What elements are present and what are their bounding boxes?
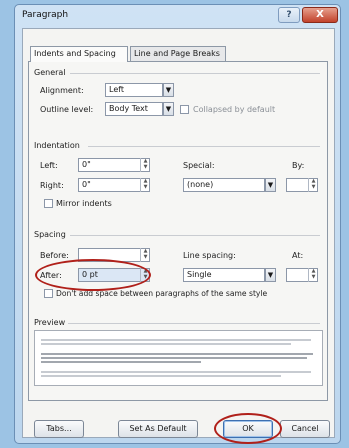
preview-line bbox=[41, 371, 311, 373]
spin-arrows-icon[interactable]: ▲ ▼ bbox=[140, 158, 150, 172]
special-select[interactable]: (none) bbox=[183, 178, 265, 192]
preview-line bbox=[41, 357, 307, 359]
special-label: Special: bbox=[183, 161, 215, 170]
dont-add-space-checkbox[interactable] bbox=[44, 289, 53, 298]
by-label: By: bbox=[292, 161, 305, 170]
preview-line bbox=[41, 353, 313, 355]
left-indent-label: Left: bbox=[40, 161, 58, 170]
tab-label: Indents and Spacing bbox=[34, 49, 116, 58]
at-label: At: bbox=[292, 251, 304, 260]
right-indent-label: Right: bbox=[40, 181, 64, 190]
mirror-indents-checkbox[interactable] bbox=[44, 199, 53, 208]
dialog-title: Paragraph bbox=[22, 10, 69, 20]
chevron-down-icon[interactable]: ▼ bbox=[265, 178, 276, 192]
help-button[interactable]: ? bbox=[278, 7, 300, 23]
spin-arrows-icon[interactable]: ▲ ▼ bbox=[308, 178, 318, 192]
spin-arrows-icon[interactable]: ▲ ▼ bbox=[140, 178, 150, 192]
spacing-divider bbox=[70, 235, 320, 236]
tab-indents-and-spacing[interactable]: Indents and Spacing bbox=[30, 46, 128, 62]
tab-label: Line and Page Breaks bbox=[134, 49, 220, 58]
indentation-section-label: Indentation bbox=[34, 141, 80, 150]
preview-divider bbox=[68, 323, 320, 324]
outline-level-label: Outline level: bbox=[40, 105, 94, 114]
tab-line-and-page-breaks[interactable]: Line and Page Breaks bbox=[130, 46, 226, 62]
chevron-down-icon[interactable]: ▼ bbox=[265, 268, 276, 282]
preview-section-label: Preview bbox=[34, 318, 66, 327]
screenshot-root: { "dialog": { "title": "Paragraph", "hel… bbox=[0, 0, 349, 448]
tabs-button[interactable]: Tabs... bbox=[34, 420, 84, 438]
close-button[interactable]: X bbox=[302, 7, 338, 23]
preview-line bbox=[41, 339, 311, 341]
line-spacing-label: Line spacing: bbox=[183, 251, 236, 260]
alignment-label: Alignment: bbox=[40, 86, 84, 95]
general-section-label: General bbox=[34, 68, 66, 77]
line-spacing-select[interactable]: Single bbox=[183, 268, 265, 282]
preview-line bbox=[41, 361, 201, 363]
collapsed-by-default-checkbox[interactable] bbox=[180, 105, 189, 114]
collapsed-by-default-label: Collapsed by default bbox=[193, 105, 276, 114]
preview-line bbox=[41, 375, 281, 377]
space-before-label: Before: bbox=[40, 251, 69, 260]
outline-level-select[interactable]: Body Text bbox=[105, 102, 163, 116]
annotation-circle-after bbox=[35, 259, 151, 291]
chevron-down-icon[interactable]: ▼ bbox=[163, 102, 174, 116]
chevron-down-icon[interactable]: ▼ bbox=[163, 83, 174, 97]
alignment-select[interactable]: Left bbox=[105, 83, 163, 97]
spin-arrows-icon[interactable]: ▲ ▼ bbox=[140, 248, 150, 262]
set-as-default-button[interactable]: Set As Default bbox=[118, 420, 198, 438]
general-divider bbox=[70, 73, 320, 74]
preview-line bbox=[41, 343, 291, 345]
cancel-button[interactable]: Cancel bbox=[280, 420, 330, 438]
annotation-circle-ok bbox=[214, 413, 282, 444]
paragraph-preview bbox=[34, 330, 323, 386]
mirror-indents-label: Mirror indents bbox=[56, 199, 112, 208]
spin-arrows-icon[interactable]: ▲ ▼ bbox=[308, 268, 318, 282]
spacing-section-label: Spacing bbox=[34, 230, 66, 239]
indentation-divider bbox=[88, 146, 320, 147]
